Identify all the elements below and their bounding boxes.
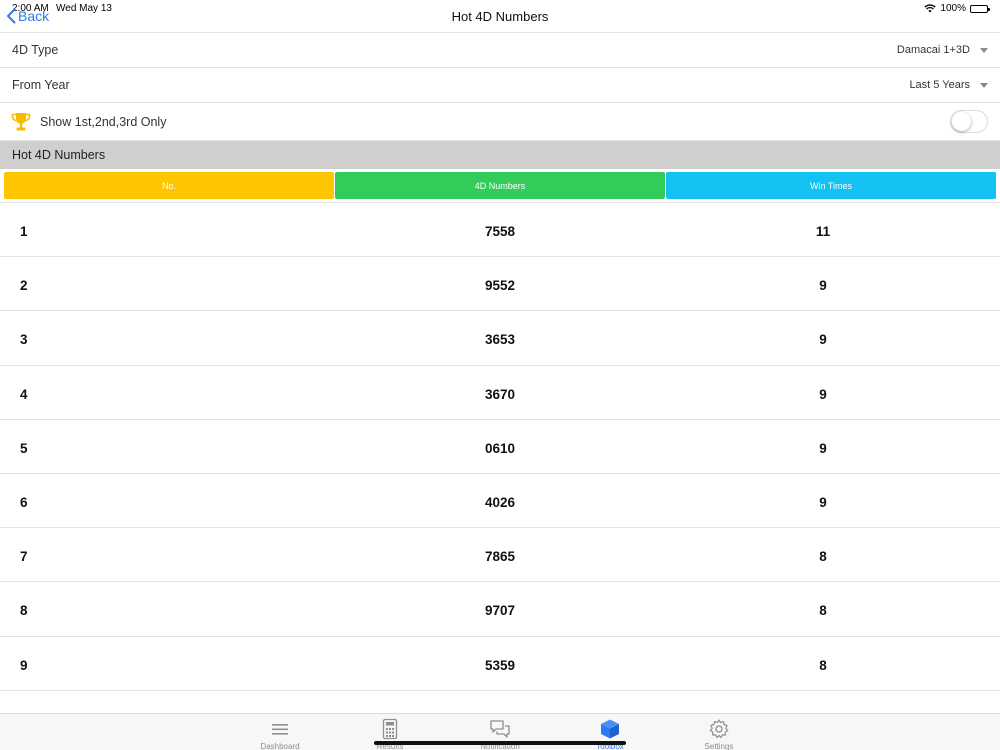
table-row[interactable]: 5 0610 9 <box>0 420 1000 474</box>
row-number-cell: 4 <box>20 386 28 402</box>
gear-icon <box>709 719 729 739</box>
row-number-cell: 6 <box>20 494 28 510</box>
column-header: No. <box>4 172 334 199</box>
from-year-select[interactable]: Last 5 Years <box>909 79 988 91</box>
4d-number-cell: 3653 <box>484 332 516 348</box>
hot-numbers-table[interactable]: 1 7558 11 2 9552 9 3 3653 9 4 3670 9 5 0610 9 6 4026 9 7 78… <box>0 202 1000 713</box>
4d-number-cell: 9707 <box>484 603 516 619</box>
table-row[interactable]: 1 7558 11 <box>0 203 1000 258</box>
page-title: Hot 4D Numbers <box>451 9 549 24</box>
top-prizes-toggle[interactable] <box>950 110 988 133</box>
chat-icon <box>490 720 510 738</box>
from-year-value: Last 5 Years <box>909 79 970 91</box>
toggle-knob <box>952 112 971 131</box>
row-number-cell: 7 <box>20 549 28 565</box>
4d-number-cell: 9552 <box>484 278 516 294</box>
4d-number-cell: 0610 <box>484 440 516 456</box>
row-number-cell: 3 <box>20 332 28 348</box>
row-number-cell: 5 <box>20 440 28 456</box>
top-prizes-toggle-row: Show 1st,2nd,3rd Only <box>0 103 1000 141</box>
row-number-cell: 1 <box>20 224 28 239</box>
table-row[interactable]: 2 9552 9 <box>0 257 1000 312</box>
win-times-cell: 9 <box>819 494 827 510</box>
calculator-icon <box>382 718 398 740</box>
menu-icon <box>272 724 288 735</box>
tab-toolbox[interactable]: Toolbox <box>575 718 645 750</box>
4d-type-select[interactable]: Damacai 1+3D <box>897 44 988 56</box>
tab-dashboard[interactable]: Dashboard <box>245 718 315 750</box>
cube-icon <box>601 719 619 739</box>
win-times-cell: 9 <box>819 386 827 402</box>
tab-settings[interactable]: Settings <box>684 718 754 750</box>
table-row[interactable]: 8 9707 8 <box>0 582 1000 637</box>
win-times-cell: 8 <box>819 657 827 673</box>
4d-number-cell: 3670 <box>484 386 516 402</box>
win-times-cell: 8 <box>819 603 827 619</box>
tab-label: Dashboard <box>260 742 300 750</box>
4d-type-row[interactable]: 4D Type Damacai 1+3D <box>0 33 1000 68</box>
column-header: Win Times <box>666 172 996 199</box>
win-times-cell: 9 <box>819 440 827 456</box>
4d-type-value: Damacai 1+3D <box>896 44 970 56</box>
section-header: Hot 4D Numbers <box>0 141 1000 169</box>
from-year-label: From Year <box>12 78 70 92</box>
table-row[interactable]: 9 5359 8 <box>0 637 1000 691</box>
table-row[interactable]: 6 4026 9 <box>0 474 1000 529</box>
win-times-cell: 9 <box>819 332 827 348</box>
win-times-cell: 9 <box>819 278 827 294</box>
4d-type-label: 4D Type <box>12 43 59 57</box>
tab-notification[interactable]: Notification <box>465 718 535 750</box>
table-row[interactable]: 7 7865 8 <box>0 528 1000 583</box>
column-header: 4D Numbers <box>335 172 665 199</box>
win-times-cell: 11 <box>815 224 831 239</box>
table-row[interactable]: 3 3653 9 <box>0 311 1000 366</box>
row-number-cell: 9 <box>20 657 28 673</box>
4d-number-cell: 5359 <box>484 657 516 673</box>
4d-number-cell: 4026 <box>484 494 516 510</box>
caret-down-icon <box>980 47 988 53</box>
row-number-cell: 8 <box>20 603 28 619</box>
column-headers: No. 4D Numbers Win Times <box>4 172 996 199</box>
home-indicator <box>374 741 626 745</box>
table-row[interactable]: 1088498 <box>0 691 1000 713</box>
table-row[interactable]: 4 3670 9 <box>0 366 1000 420</box>
4d-number-cell: 7865 <box>484 549 516 565</box>
tab-results[interactable]: Results <box>355 718 425 750</box>
win-times-cell: 8 <box>819 549 827 565</box>
4d-number-cell: 7558 <box>484 224 516 239</box>
caret-down-icon <box>980 82 988 88</box>
top-prizes-label: Show 1st,2nd,3rd Only <box>40 114 167 129</box>
tab-label: Settings <box>704 742 734 750</box>
from-year-row[interactable]: From Year Last 5 Years <box>0 68 1000 103</box>
navigation-bar: Back Hot 4D Numbers <box>0 0 1000 33</box>
trophy-icon <box>11 113 31 131</box>
row-number-cell: 2 <box>20 278 28 294</box>
